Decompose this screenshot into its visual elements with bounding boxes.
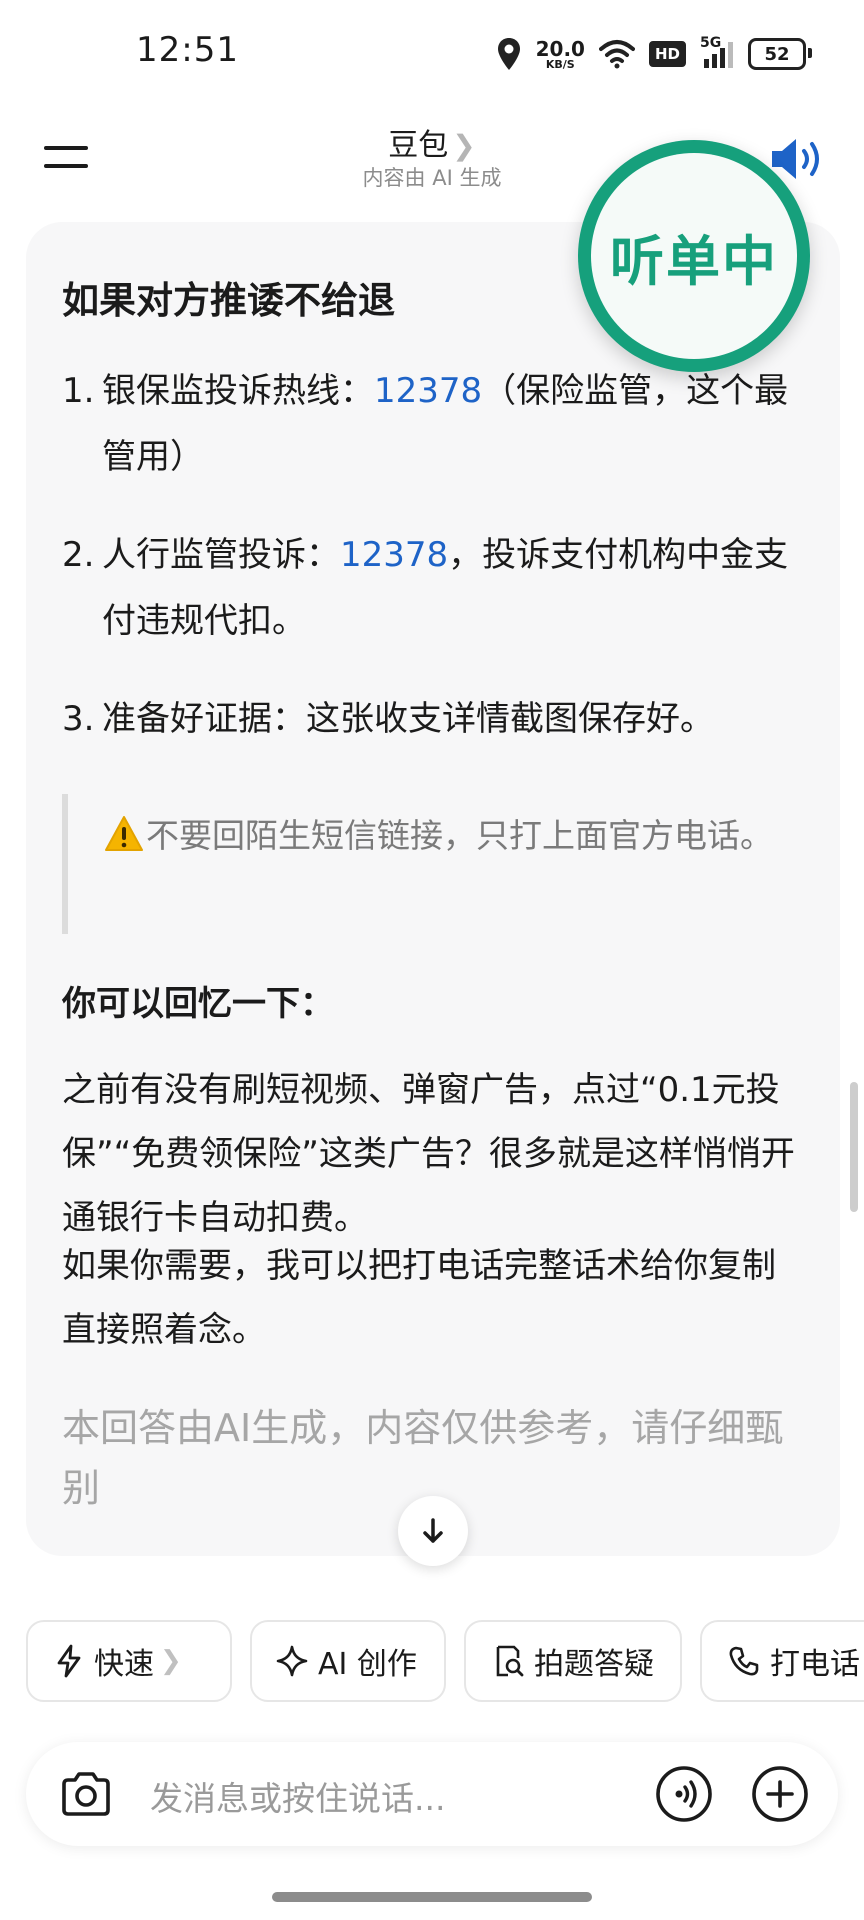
list-number: 1. <box>62 371 95 411</box>
chip-label: 拍题答疑 <box>534 1647 654 1682</box>
network-speed-unit: KB/S <box>545 57 575 71</box>
list-item: 2. 人行监管投诉：12378，投诉支付机构中金支付违规代扣。 <box>62 522 802 654</box>
hotline-link[interactable]: 12378 <box>374 371 482 411</box>
warning-text: 不要回陌生短信链接，只打上面官方电话。 <box>146 816 773 855</box>
status-time: 12:51 <box>136 30 239 70</box>
list-number: 3. <box>62 699 95 739</box>
list-item: 3. 准备好证据：这张收支详情截图保存好。 <box>62 686 802 752</box>
quick-actions: 快速 ❯ AI 创作 拍题答疑 打电话 <box>26 1620 864 1706</box>
status-icons: 20.0 KB/S HD 5G 52 <box>496 34 812 74</box>
battery-indicator: 52 <box>748 38 812 70</box>
listening-badge[interactable]: 听单中 <box>578 140 810 372</box>
signal-icon: 5G <box>700 35 734 69</box>
phone-icon <box>729 1646 759 1676</box>
chip-label: 快速 <box>94 1647 154 1682</box>
chip-label: 打电话 <box>770 1647 860 1682</box>
chip-fast[interactable]: 快速 ❯ <box>26 1620 232 1702</box>
network-speed-value: 20.0 <box>535 36 585 61</box>
warning-quote: 不要回陌生短信链接，只打上面官方电话。 <box>62 794 808 934</box>
message-input[interactable]: 发消息或按住说话... <box>150 1772 445 1820</box>
paragraph: 如果你需要，我可以把打电话完整话术给你复制直接照着念。 <box>62 1246 776 1350</box>
camera-icon[interactable] <box>58 1766 114 1822</box>
wifi-icon <box>598 40 635 69</box>
subheading: 你可以回忆一下： <box>62 984 334 1024</box>
listening-badge-text: 听单中 <box>591 153 797 359</box>
section-title: 如果对方推诿不给退 <box>62 279 395 322</box>
chat-title-text: 豆包 <box>388 128 449 163</box>
ai-response-card: 如果对方推诿不给退 1. 银保监投诉热线：12378（保险监管，这个最管用） 2… <box>26 222 840 1556</box>
chevron-right-icon: ❯ <box>160 1646 182 1676</box>
list-number: 2. <box>62 535 95 575</box>
photo-search-icon <box>496 1645 524 1677</box>
scroll-to-bottom-button[interactable] <box>398 1496 468 1566</box>
hotline-link[interactable]: 12378 <box>340 535 448 575</box>
battery-level: 52 <box>764 43 790 65</box>
status-bar: 12:51 20.0 KB/S HD 5G 52 <box>0 0 864 110</box>
chevron-right-icon: ❯ <box>452 129 476 162</box>
hd-badge: HD <box>648 41 686 67</box>
arrow-down-icon <box>423 1518 443 1543</box>
chip-phone-call[interactable]: 打电话 <box>700 1620 864 1702</box>
warning-icon <box>105 816 143 851</box>
chip-photo-question[interactable]: 拍题答疑 <box>464 1620 682 1702</box>
plus-icon[interactable] <box>750 1764 810 1824</box>
sparkle-icon <box>276 1645 308 1677</box>
scrollbar[interactable] <box>850 1082 858 1212</box>
chip-ai-create[interactable]: AI 创作 <box>250 1620 446 1702</box>
location-icon <box>497 38 520 70</box>
chip-label: AI 创作 <box>318 1647 417 1682</box>
list-text: 银保监投诉热线： <box>102 371 374 411</box>
list-item: 1. 银保监投诉热线：12378（保险监管，这个最管用） <box>62 358 802 490</box>
network-speed: 20.0 KB/S <box>536 39 585 70</box>
paragraph: 之前有没有刷短视频、弹窗广告，点过“0.1元投保”“免费领保险”这类广告？很多就… <box>62 1070 795 1238</box>
voice-call-icon[interactable] <box>654 1764 714 1824</box>
list-text: 人行监管投诉： <box>102 535 340 575</box>
message-input-bar: 发消息或按住说话... <box>26 1742 838 1846</box>
lightning-icon <box>57 1644 81 1678</box>
list-text: 准备好证据：这张收支详情截图保存好。 <box>102 699 714 739</box>
home-indicator[interactable] <box>272 1892 592 1902</box>
